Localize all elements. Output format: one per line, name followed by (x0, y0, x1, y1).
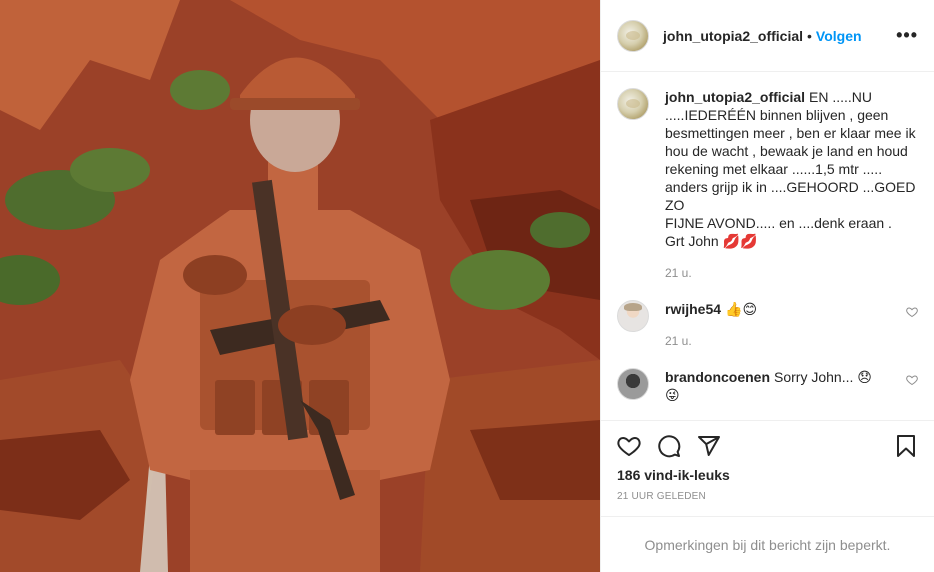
instagram-post: john_utopia2_official • Volgen ••• john_… (0, 0, 934, 572)
commenter-avatar[interactable] (617, 368, 649, 400)
bookmark-icon[interactable] (894, 434, 918, 458)
comment-text: 👍😊 (725, 301, 758, 317)
caption: john_utopia2_official EN .....NU .....IED… (617, 88, 918, 282)
comment-like-icon[interactable] (906, 374, 918, 386)
follow-button[interactable]: Volgen (816, 28, 862, 44)
caption-time[interactable]: 21 u. (665, 264, 918, 282)
post-photo[interactable] (0, 0, 600, 572)
post-timestamp[interactable]: 21 UUR GELEDEN (617, 491, 918, 516)
caption-avatar[interactable] (617, 88, 649, 120)
post-sidebar: john_utopia2_official • Volgen ••• john_… (600, 0, 934, 572)
commenter-avatar[interactable] (617, 300, 649, 332)
author-username[interactable]: john_utopia2_official (663, 28, 803, 44)
caption-body: john_utopia2_official EN .....NU .....IED… (665, 88, 918, 282)
heart-icon[interactable] (617, 434, 641, 458)
caption-username[interactable]: john_utopia2_official (665, 89, 805, 105)
comment-time[interactable]: 21 u. (665, 332, 918, 350)
more-icon[interactable]: ••• (896, 25, 918, 46)
comment-item: brandoncoenen Sorry John... 😞 😜 (617, 368, 918, 404)
comment-item: rwijhe54 👍😊 21 u. (617, 300, 918, 350)
caption-text: EN .....NU .....IEDERÉÉN binnen blijven … (665, 89, 916, 249)
post-header: john_utopia2_official • Volgen ••• (601, 0, 934, 72)
soldier-photo-illustration (0, 0, 600, 572)
comments-restricted-notice: Opmerkingen bij dit bericht zijn beperkt… (601, 516, 934, 572)
author-avatar[interactable] (617, 19, 649, 52)
comments-list: john_utopia2_official EN .....NU .....IED… (601, 72, 934, 420)
separator-dot: • (807, 27, 812, 44)
comment-body: brandoncoenen Sorry John... 😞 😜 (665, 368, 918, 404)
likes-count[interactable]: 186 vind-ik-leuks (617, 467, 918, 483)
comment-like-icon[interactable] (906, 306, 918, 318)
comment-body: rwijhe54 👍😊 21 u. (665, 300, 918, 350)
comment-username[interactable]: rwijhe54 (665, 301, 721, 317)
share-icon[interactable] (697, 434, 721, 458)
post-actions-section: 186 vind-ik-leuks 21 UUR GELEDEN (601, 420, 934, 516)
comment-username[interactable]: brandoncoenen (665, 369, 770, 385)
comment-icon[interactable] (657, 434, 681, 458)
action-bar (617, 431, 918, 461)
